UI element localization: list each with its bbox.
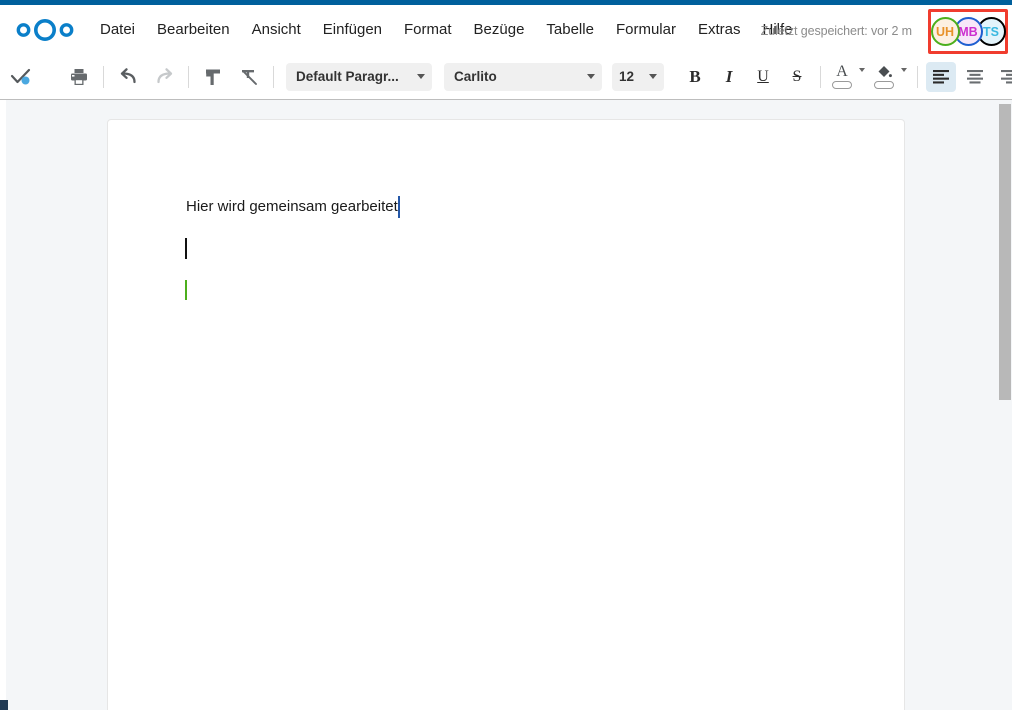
menu-datei[interactable]: Datei: [89, 16, 146, 43]
vertical-scrollbar-thumb[interactable]: [999, 104, 1011, 400]
paragraph-style-value: Default Paragr...: [296, 69, 399, 84]
align-center-icon: [967, 70, 983, 84]
print-button[interactable]: [64, 62, 94, 92]
font-name-value: Carlito: [454, 69, 497, 84]
toolbar-separator: [103, 65, 104, 88]
checkmark-with-dot-icon: [10, 68, 31, 84]
nextcloud-office-window: Datei Bearbeiten Ansicht Einfügen Format…: [0, 0, 1012, 710]
chevron-down-icon: [649, 74, 657, 79]
collaborator-avatars-highlight: UH MB TS: [928, 9, 1008, 54]
chevron-down-icon: [587, 74, 595, 79]
document-paragraph-1[interactable]: Hier wird gemeinsam gearbeitet: [186, 198, 398, 215]
collaborator-cursor-green: [185, 280, 187, 300]
chevron-down-icon: [859, 67, 865, 72]
underline-button[interactable]: U: [748, 62, 778, 92]
redo-button[interactable]: [149, 62, 179, 92]
formatting-toolbar: Default Paragr... Carlito 12 B I U S A: [0, 54, 1012, 100]
font-color-dropdown[interactable]: [856, 60, 868, 94]
align-left-icon: [933, 70, 949, 84]
italic-button[interactable]: I: [714, 62, 744, 92]
font-color-label: A: [836, 63, 848, 80]
align-right-button[interactable]: [994, 62, 1012, 92]
highlight-color-main[interactable]: [870, 60, 898, 94]
align-right-icon: [1001, 70, 1012, 84]
document-page[interactable]: Hier wird gemeinsam gearbeitet: [108, 120, 904, 710]
menu-ansicht[interactable]: Ansicht: [241, 16, 312, 43]
clear-formatting-button[interactable]: [234, 62, 264, 92]
undo-button[interactable]: [113, 62, 143, 92]
menu-tabelle[interactable]: Tabelle: [535, 16, 605, 43]
last-saved-status: Zuletzt gespeichert: vor 2 m: [760, 24, 913, 38]
toolbar-separator: [188, 65, 189, 88]
font-color-button[interactable]: A: [828, 60, 868, 94]
highlight-color-icon: [878, 66, 892, 78]
font-color-swatch: [832, 81, 852, 89]
highlight-color-swatch: [874, 81, 894, 89]
canvas-corner-mark: [0, 700, 8, 710]
clone-formatting-button[interactable]: [198, 62, 228, 92]
menu-einfuegen[interactable]: Einfügen: [312, 16, 393, 43]
nextcloud-logo[interactable]: [13, 15, 77, 45]
menu-bezuege[interactable]: Bezüge: [463, 16, 536, 43]
font-color-main[interactable]: A: [828, 60, 856, 94]
paint-roller-icon: [206, 69, 220, 85]
text-cursor: [185, 238, 187, 259]
clear-formatting-icon: [242, 69, 257, 85]
vertical-scrollbar[interactable]: [998, 100, 1012, 710]
align-left-button[interactable]: [926, 61, 956, 92]
collaborator-avatars: UH MB TS: [930, 17, 1006, 46]
toolbar-separator: [917, 65, 918, 88]
menu-format[interactable]: Format: [393, 16, 463, 43]
redo-icon: [156, 67, 172, 83]
document-canvas: Hier wird gemeinsam gearbeitet: [0, 100, 1012, 710]
font-size-dropdown[interactable]: 12: [612, 62, 664, 91]
chevron-down-icon: [901, 67, 907, 72]
left-rail: [0, 100, 6, 710]
font-name-dropdown[interactable]: Carlito: [444, 62, 602, 91]
nextcloud-logo-icon: [16, 18, 74, 41]
menu-bar: Datei Bearbeiten Ansicht Einfügen Format…: [0, 5, 1012, 54]
chevron-down-icon: [417, 74, 425, 79]
collaborator-cursor-blue: [398, 196, 400, 218]
toolbar-separator: [820, 65, 821, 88]
save-status-button[interactable]: [6, 62, 36, 92]
menu-items: Datei Bearbeiten Ansicht Einfügen Format…: [89, 5, 804, 54]
menu-bearbeiten[interactable]: Bearbeiten: [146, 16, 241, 43]
strikethrough-button[interactable]: S: [782, 62, 812, 92]
printer-icon: [71, 68, 87, 85]
highlight-color-button[interactable]: [870, 60, 910, 94]
undo-icon: [120, 67, 136, 83]
menu-extras[interactable]: Extras: [687, 16, 752, 43]
font-size-value: 12: [619, 69, 635, 84]
menu-formular[interactable]: Formular: [605, 16, 687, 43]
align-center-button[interactable]: [960, 62, 990, 92]
toolbar-separator: [273, 65, 274, 88]
avatar-uh[interactable]: UH: [930, 17, 960, 46]
highlight-color-dropdown[interactable]: [898, 60, 910, 94]
bold-button[interactable]: B: [680, 62, 710, 92]
paragraph-style-dropdown[interactable]: Default Paragr...: [286, 62, 432, 91]
